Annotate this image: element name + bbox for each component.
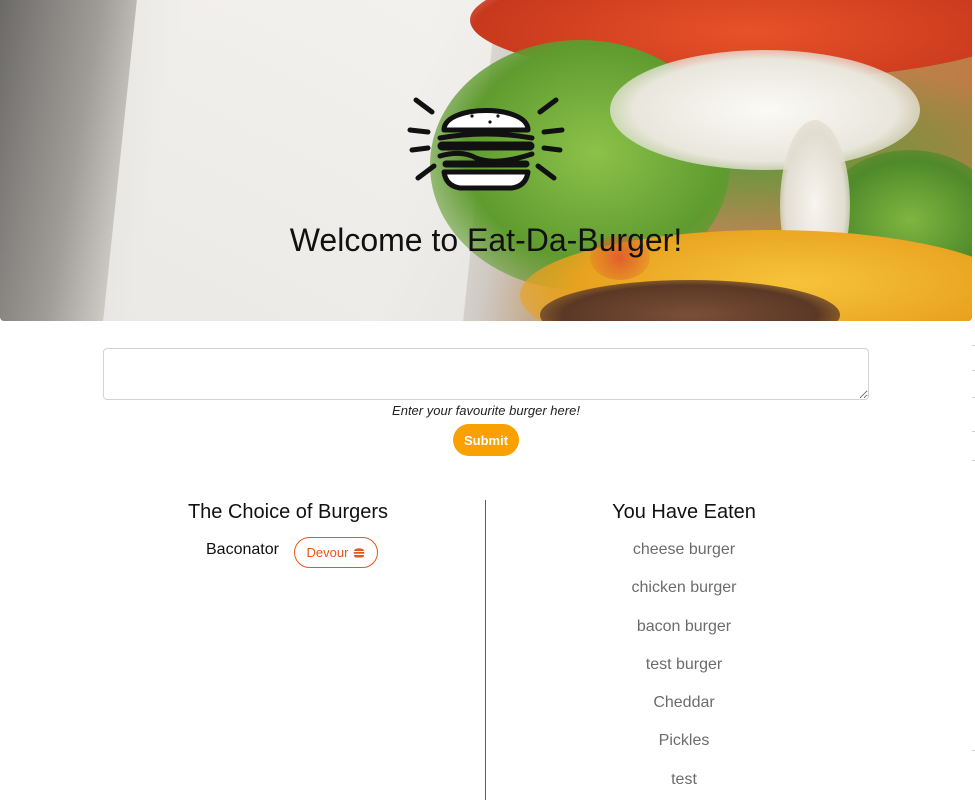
devour-button-label: Devour	[306, 545, 349, 560]
burger-name: Baconator	[206, 541, 279, 558]
eaten-heading: You Have Eaten	[612, 501, 756, 523]
hero-photo-onion	[610, 50, 920, 170]
eaten-item: test	[671, 770, 697, 788]
eaten-list: cheese burger chicken burger bacon burge…	[526, 540, 842, 808]
eaten-item: Cheddar	[653, 694, 715, 712]
input-hint: Enter your favourite burger here!	[392, 403, 580, 418]
eaten-item: chicken burger	[631, 579, 737, 597]
column-divider	[485, 500, 486, 800]
eaten-item: test burger	[645, 655, 723, 673]
eaten-item: cheese burger	[632, 541, 736, 558]
burger-icon	[407, 97, 565, 191]
hero-banner: Welcome to Eat-Da-Burger!	[0, 0, 972, 321]
eaten-item: Pickles	[658, 732, 710, 750]
hamburger-icon	[353, 548, 365, 558]
submit-button[interactable]: Submit	[453, 424, 519, 456]
page-title: Welcome to Eat-Da-Burger!	[289, 222, 683, 258]
eaten-item: bacon burger	[636, 617, 732, 635]
devour-button[interactable]: Devour	[294, 537, 378, 568]
burger-name-input[interactable]	[103, 348, 869, 400]
choices-heading: The Choice of Burgers	[187, 501, 389, 523]
